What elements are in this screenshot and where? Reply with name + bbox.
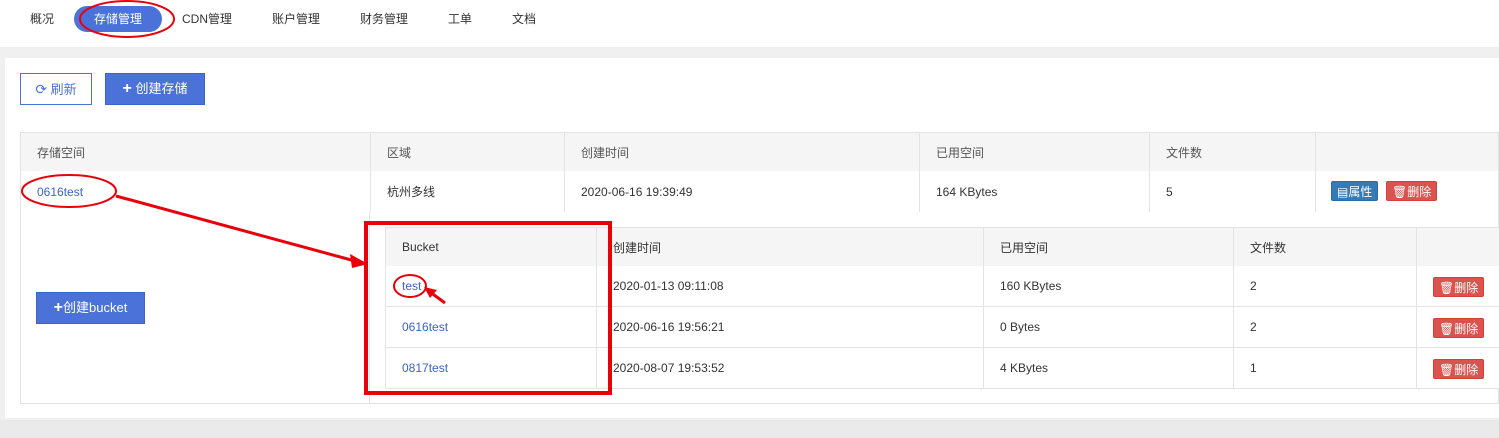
footer-strip [0,420,1499,438]
create-storage-label: 创建存储 [135,81,188,96]
plus-icon: + [53,299,64,316]
delete-bucket-button[interactable]: 🗑删除 [1433,318,1485,338]
bucket-row: test 2020-01-13 09:11:08 160 KBytes 2 [385,266,1499,307]
bucket-row: 0817test 2020-08-07 19:53:52 4 KBytes 1 [385,348,1499,389]
storage-created: 2020-06-16 19:39:49 [565,171,920,212]
create-storage-button[interactable]: + 创建存储 [105,73,205,105]
nav-finance[interactable]: 财务管理 [350,6,418,32]
col-header-region: 区域 [371,133,565,171]
bucket-name-cell: test [386,266,597,306]
bucket-files: 1 [1234,348,1417,388]
trash-icon: 🗑 [1392,185,1408,199]
col-header-space: 存储空间 [21,133,371,171]
storage-used: 164 KBytes [920,171,1150,212]
bucket-files: 2 [1234,266,1417,306]
bucket-table-header: Bucket 创建时间 已用空间 文件数 [385,227,1499,267]
bucket-col-header-used: 已用空间 [984,228,1234,266]
col-header-used: 已用空间 [920,133,1150,171]
storage-name-cell: 0616test [21,171,371,212]
storage-table-header: 存储空间 区域 创建时间 已用空间 文件数 [20,132,1499,172]
storage-name-link[interactable]: 0616test [37,185,83,199]
properties-label: 属性 [1348,185,1373,199]
nav-storage[interactable]: 存储管理 [74,6,162,32]
create-bucket-button[interactable]: +创建bucket [36,292,145,324]
nav-ticket[interactable]: 工单 [440,6,480,32]
list-icon: ▤ [1337,185,1349,199]
delete-storage-label: 删除 [1407,185,1432,199]
storage-region: 杭州多线 [371,171,565,212]
nav-docs[interactable]: 文档 [504,6,544,32]
storage-files: 5 [1150,171,1316,212]
delete-storage-button[interactable]: 🗑删除 [1386,181,1438,201]
nav-cdn[interactable]: CDN管理 [172,6,242,32]
bucket-name-cell: 0817test [386,348,597,388]
bucket-created: 2020-06-16 19:56:21 [597,307,984,347]
top-nav: 概况 存储管理 CDN管理 账户管理 财务管理 工单 文档 [0,0,1499,47]
col-header-created: 创建时间 [565,133,920,171]
nav-overview[interactable]: 概况 [18,6,66,32]
refresh-label: 刷新 [50,82,77,97]
bucket-col-header-created: 创建时间 [597,228,984,266]
col-header-files: 文件数 [1150,133,1316,171]
bucket-created: 2020-01-13 09:11:08 [597,266,984,306]
bucket-name-link[interactable]: test [402,279,421,293]
bucket-created: 2020-08-07 19:53:52 [597,348,984,388]
delete-bucket-label: 删除 [1454,363,1479,377]
bucket-col-header-files: 文件数 [1234,228,1417,266]
refresh-button[interactable]: ⟳ 刷新 [20,73,92,105]
bucket-used: 160 KBytes [984,266,1234,306]
delete-bucket-label: 删除 [1454,322,1479,336]
trash-icon: 🗑 [1439,322,1455,336]
bucket-row: 0616test 2020-06-16 19:56:21 0 Bytes 2 [385,307,1499,348]
trash-icon: 🗑 [1439,363,1455,377]
plus-icon: + [122,80,132,97]
bucket-col-header-name: Bucket [386,228,597,266]
bucket-name-link[interactable]: 0616test [402,320,448,334]
bucket-name-link[interactable]: 0817test [402,361,448,375]
delete-bucket-button[interactable]: 🗑删除 [1433,277,1485,297]
bucket-col-header-actions [1417,228,1499,266]
expand-divider [369,212,370,404]
refresh-icon: ⟳ [35,81,48,97]
properties-button[interactable]: ▤属性 [1331,181,1379,201]
bucket-files: 2 [1234,307,1417,347]
trash-icon: 🗑 [1439,281,1455,295]
delete-bucket-label: 删除 [1454,281,1479,295]
bucket-used: 0 Bytes [984,307,1234,347]
bucket-name-cell: 0616test [386,307,597,347]
delete-bucket-button[interactable]: 🗑删除 [1433,359,1485,379]
bucket-used: 4 KBytes [984,348,1234,388]
storage-table-row: 0616test 杭州多线 2020-06-16 19:39:49 164 KB… [20,171,1499,213]
create-bucket-label: 创建bucket [63,300,128,315]
nav-account[interactable]: 账户管理 [262,6,330,32]
col-header-actions [1316,133,1499,171]
